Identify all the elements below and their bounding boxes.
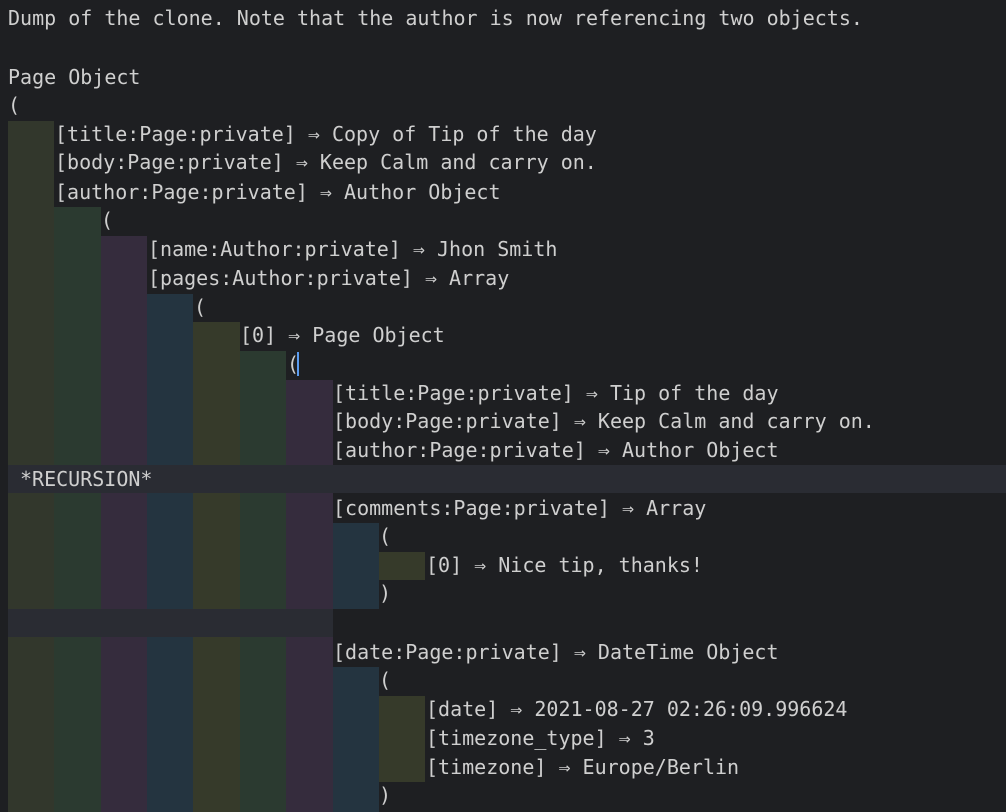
output-line-pages: [pages:Author:private] ⇒ Array [148,266,510,290]
indent-guide-5 [193,322,240,812]
output-line-page-object: Page Object [8,65,141,89]
output-line-date-value: [date] ⇒ 2021-08-27 02:26:09.996624 [426,697,848,721]
output-line-date: [date:Page:private] ⇒ DateTime Object [333,640,779,664]
indent-guide-2 [54,207,101,812]
output-line-author: [author:Page:private] ⇒ Author Object [55,180,501,204]
output-line-comments: [comments:Page:private] ⇒ Array [333,496,707,520]
text-cursor [297,352,299,376]
indent-guide-9a [379,552,425,580]
output-line-inner-title: [title:Page:private] ⇒ Tip of the day [333,381,779,405]
output-line-timezone-type: [timezone_type] ⇒ 3 [426,726,655,750]
output-line-intro: Dump of the clone. Note that the author … [8,6,863,30]
blank-row-separator [8,609,333,637]
output-line-comment-0: [0] ⇒ Nice tip, thanks! [426,553,703,577]
output-line-date-open-paren: ( [379,668,392,692]
output-line-comments-close-paren: ) [379,581,392,605]
indent-guide-8b [333,667,379,812]
recursion-row-highlight [8,465,1006,493]
output-line-author-open-paren: ( [101,208,114,232]
output-line-body: [body:Page:private] ⇒ Keep Calm and carr… [55,150,597,174]
output-line-date-close-paren: ) [379,783,392,807]
indent-guide-3 [101,236,147,812]
output-line-pages-open-paren: ( [194,295,207,319]
indent-guide-7 [286,380,333,812]
output-line-recursion: *RECURSION* [20,467,153,491]
output-line-title: [title:Page:private] ⇒ Copy of Tip of th… [55,122,597,146]
output-line-inner-author: [author:Page:private] ⇒ Author Object [333,438,779,462]
indent-guide-9b [379,696,425,782]
output-line-timezone: [timezone] ⇒ Europe/Berlin [426,755,740,779]
output-line-open-paren: ( [8,93,21,117]
output-line-comments-open-paren: ( [379,524,392,548]
indent-guide-6 [240,351,286,812]
indent-guide-8a [333,523,379,609]
terminal-output: Dump of the clone. Note that the author … [0,0,1006,812]
output-line-inner-body: [body:Page:private] ⇒ Keep Calm and carr… [333,409,875,433]
output-line-name: [name:Author:private] ⇒ Jhon Smith [148,237,558,261]
indent-guide-4 [147,294,193,812]
output-line-index0-page: [0] ⇒ Page Object [240,323,445,347]
